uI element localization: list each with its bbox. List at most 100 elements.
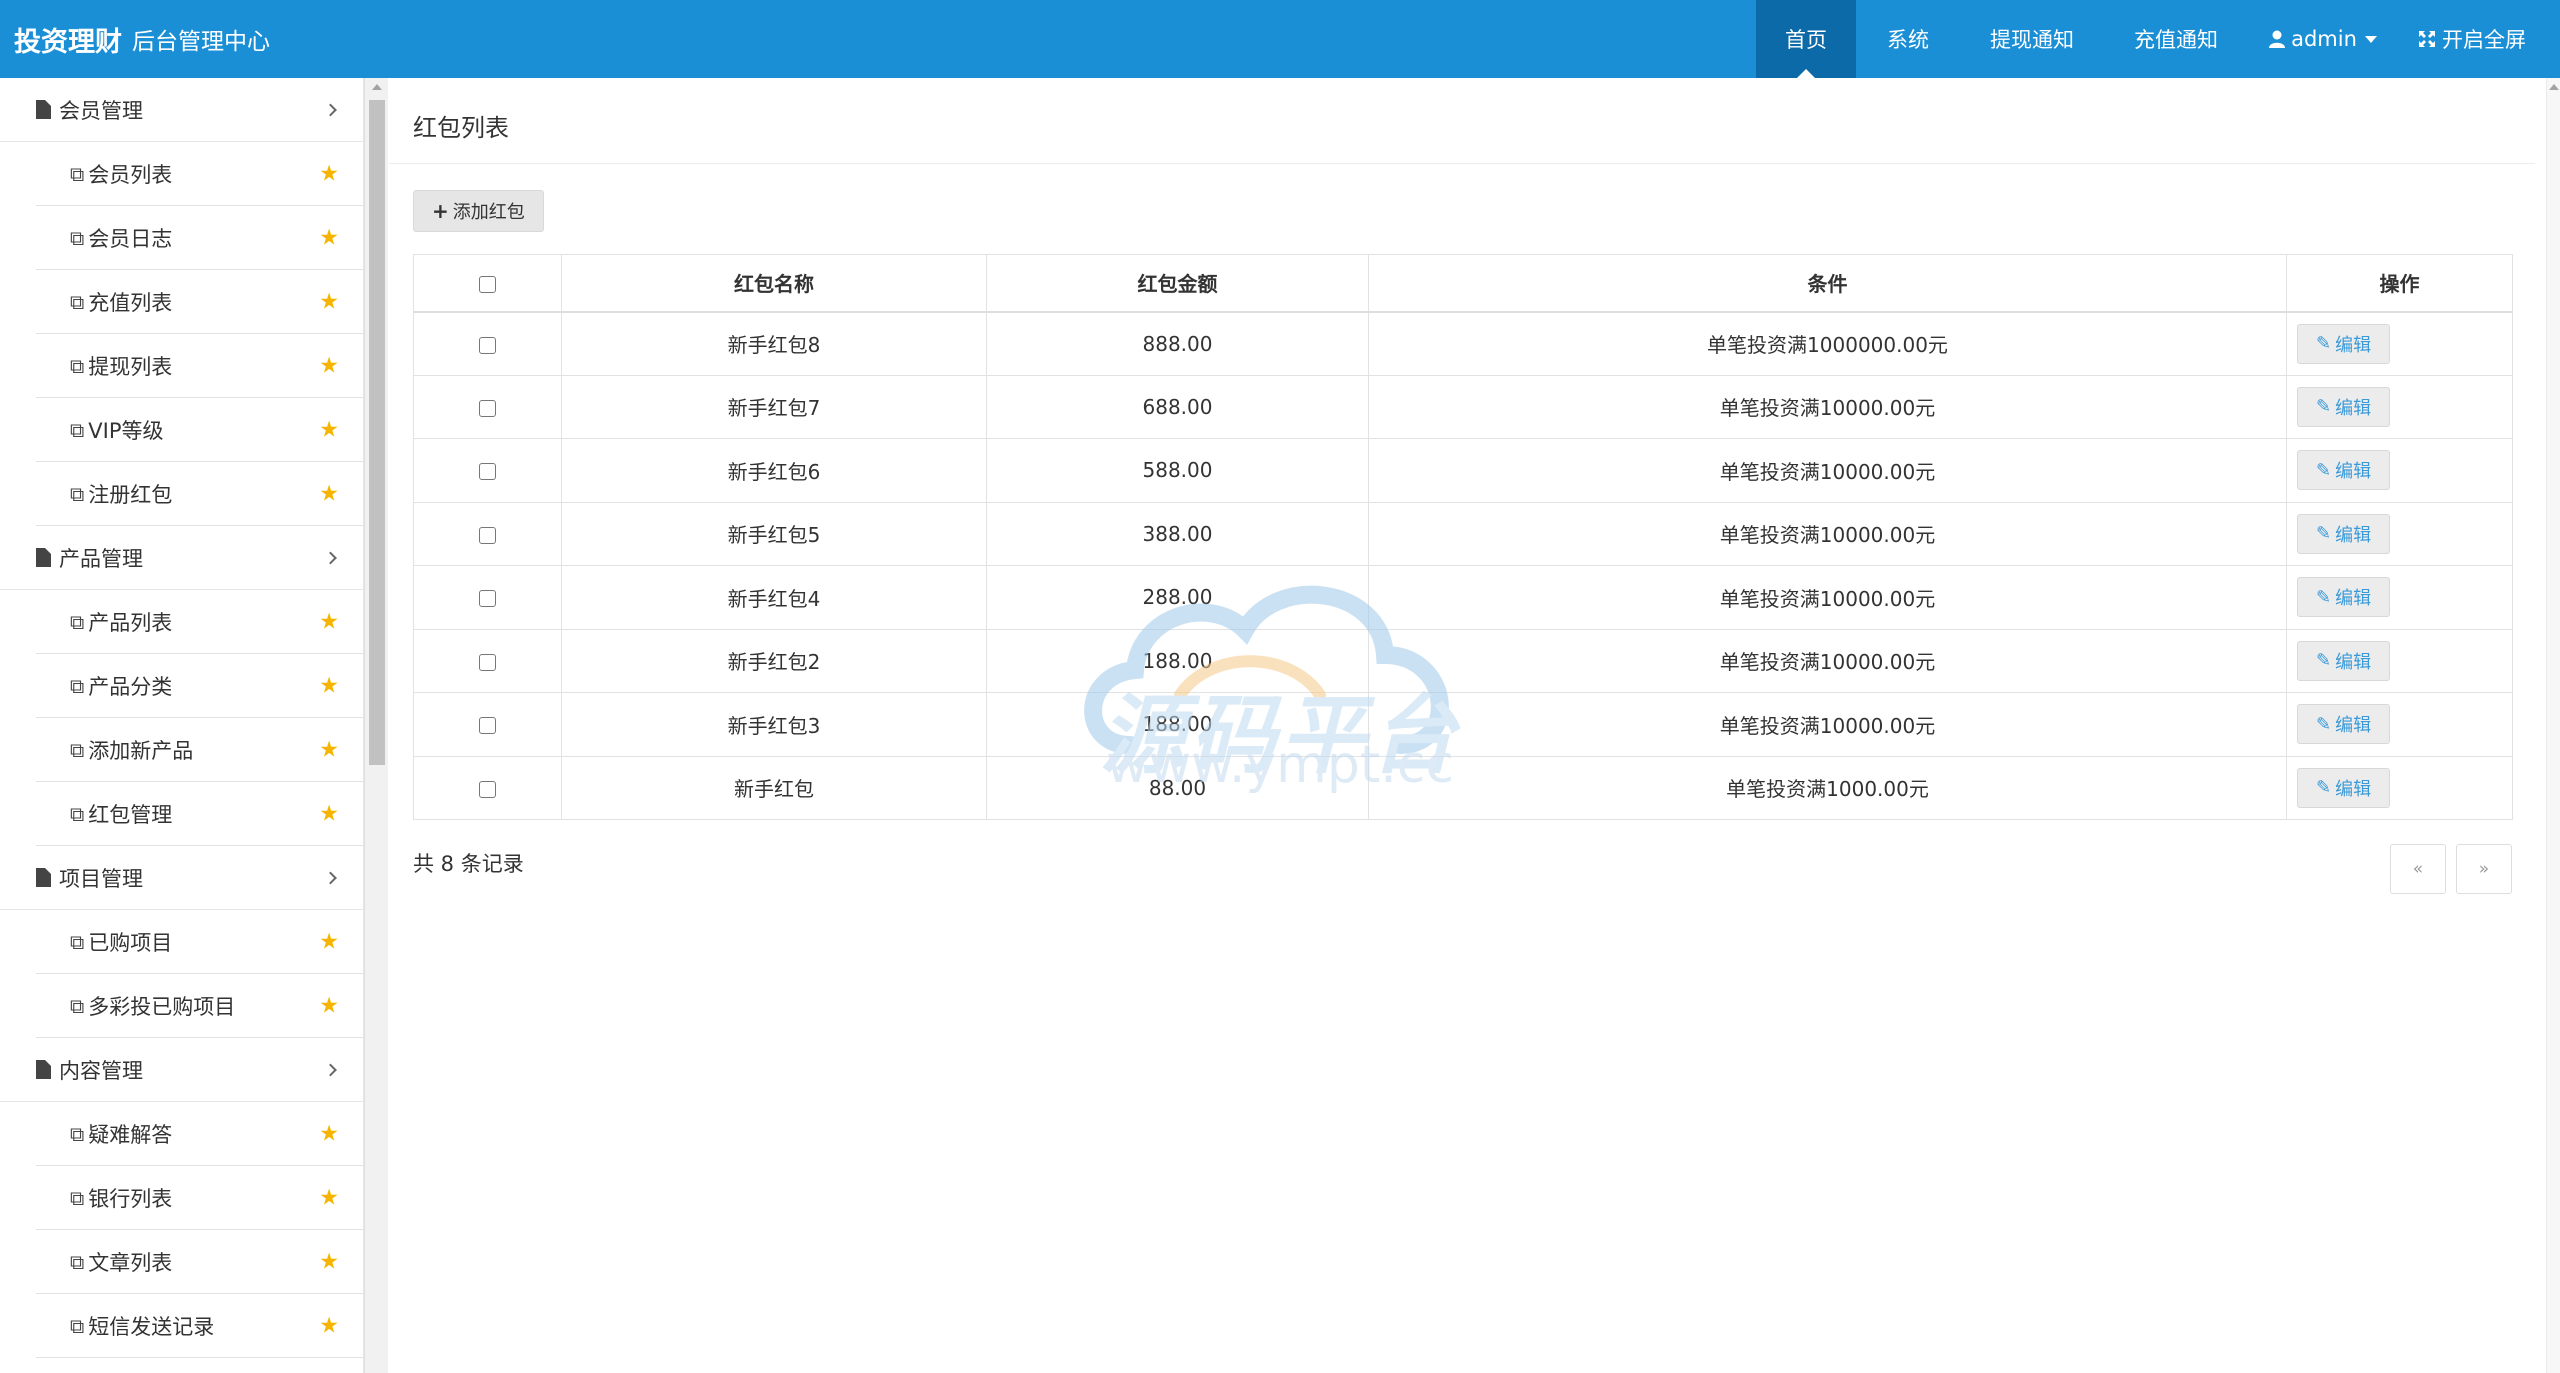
sidebar-item-faq[interactable]: ⧉ 疑难解答 ★ <box>36 1102 363 1166</box>
sidebar-item-bank-list[interactable]: ⧉ 银行列表 ★ <box>36 1166 363 1230</box>
star-icon: ★ <box>319 481 339 506</box>
puzzle-icon: ⧉ <box>70 481 85 506</box>
star-icon: ★ <box>319 1121 339 1146</box>
sidebar-item-member-log[interactable]: ⧉ 会员日志 ★ <box>36 206 363 270</box>
table-row: 新手红包7 688.00 单笔投资满10000.00元 ✎ 编辑 <box>413 374 2513 439</box>
sidebar-item-product-list[interactable]: ⧉ 产品列表 ★ <box>36 590 363 654</box>
puzzle-icon: ⧉ <box>70 993 85 1018</box>
cell-name: 新手红包3 <box>561 692 987 757</box>
sidebar-item-purchased-projects[interactable]: ⧉ 已购项目 ★ <box>36 910 363 974</box>
cell-action: ✎ 编辑 <box>2286 692 2513 757</box>
cell-amount: 388.00 <box>986 501 1369 566</box>
sidebar-item-label: 添加新产品 <box>88 738 194 763</box>
puzzle-icon: ⧉ <box>70 1121 85 1146</box>
sidebar-item-redpacket-manage[interactable]: ⧉ 红包管理 ★ <box>36 782 363 846</box>
row-select-cell <box>413 374 562 439</box>
table-row: 新手红包4 288.00 单笔投资满10000.00元 ✎ 编辑 <box>413 565 2513 630</box>
star-icon: ★ <box>319 929 339 954</box>
edit-button[interactable]: ✎ 编辑 <box>2297 640 2391 681</box>
user-menu[interactable]: admin <box>2248 0 2398 78</box>
sidebar-group-label: 会员管理 <box>59 98 143 123</box>
edit-button[interactable]: ✎ 编辑 <box>2297 450 2391 491</box>
chevron-right-icon <box>324 103 337 116</box>
main-scrollbar[interactable] <box>2546 78 2560 1373</box>
edit-icon: ✎ <box>2316 333 2332 354</box>
sidebar-group-content[interactable]: 内容管理 <box>0 1038 363 1102</box>
row-checkbox[interactable] <box>479 399 496 417</box>
scroll-up-icon[interactable] <box>372 84 382 90</box>
chevron-down-icon <box>2364 35 2377 43</box>
sidebar-item-article-list[interactable]: ⧉ 文章列表 ★ <box>36 1230 363 1294</box>
sidebar-item-add-product[interactable]: ⧉ 添加新产品 ★ <box>36 718 363 782</box>
sidebar-item-label: 会员列表 <box>88 162 173 187</box>
sidebar-scrollbar[interactable] <box>364 78 388 1373</box>
nav-recharge-notice[interactable]: 充值通知 <box>2104 0 2248 78</box>
sidebar-item-sms-log[interactable]: ⧉ 短信发送记录 ★ <box>36 1294 363 1358</box>
sidebar-item-register-redpacket[interactable]: ⧉ 注册红包 ★ <box>36 462 363 526</box>
sidebar-item-label: 充值列表 <box>88 290 173 315</box>
row-checkbox[interactable] <box>479 590 496 608</box>
edit-button[interactable]: ✎ 编辑 <box>2297 323 2391 364</box>
cell-action: ✎ 编辑 <box>2286 628 2513 693</box>
edit-button[interactable]: ✎ 编辑 <box>2297 704 2391 745</box>
edit-icon: ✎ <box>2316 459 2332 481</box>
sidebar-item-product-category[interactable]: ⧉ 产品分类 ★ <box>36 654 363 718</box>
cell-action: ✎ 编辑 <box>2286 565 2513 630</box>
edit-button[interactable]: ✎ 编辑 <box>2297 513 2391 554</box>
cell-condition: 单笔投资满10000.00元 <box>1368 565 2287 630</box>
sidebar-submenu: ⧉ 已购项目 ★ ⧉ 多彩投已购项目 ★ <box>36 910 363 1038</box>
star-icon: ★ <box>319 737 339 762</box>
row-checkbox[interactable] <box>479 780 496 798</box>
pager-next-button[interactable]: » <box>2456 844 2512 894</box>
edit-button[interactable]: ✎ 编辑 <box>2297 386 2391 427</box>
cell-amount: 88.00 <box>986 755 1369 820</box>
nav-withdraw-notice[interactable]: 提现通知 <box>1960 0 2104 78</box>
scroll-up-icon[interactable] <box>2549 84 2559 90</box>
cell-condition: 单笔投资满1000.00元 <box>1368 755 2287 820</box>
edit-label: 编辑 <box>2335 588 2372 610</box>
sidebar-group-project[interactable]: 项目管理 <box>0 846 363 910</box>
star-icon: ★ <box>319 1313 339 1338</box>
select-all-checkbox[interactable] <box>479 275 496 293</box>
edit-button[interactable]: ✎ 编辑 <box>2297 767 2391 808</box>
edit-icon: ✎ <box>2316 650 2332 672</box>
column-header-name: 红包名称 <box>561 254 987 313</box>
user-icon <box>2269 30 2286 48</box>
add-redpacket-button[interactable]: + 添加红包 <box>413 190 544 232</box>
fullscreen-button[interactable]: 开启全屏 <box>2398 0 2546 78</box>
cell-name: 新手红包5 <box>561 501 987 566</box>
cell-action: ✎ 编辑 <box>2286 374 2513 439</box>
sidebar-group-member[interactable]: 会员管理 <box>0 78 363 142</box>
nav-home[interactable]: 首页 <box>1756 0 1856 78</box>
sidebar-item-vip-level[interactable]: ⧉ VIP等级 ★ <box>36 398 363 462</box>
cell-action: ✎ 编辑 <box>2286 438 2513 503</box>
nav-system[interactable]: 系统 <box>1856 0 1960 78</box>
edit-label: 编辑 <box>2335 334 2372 356</box>
cell-name: 新手红包6 <box>561 438 987 503</box>
select-all-cell <box>413 254 562 313</box>
sidebar-group-product[interactable]: 产品管理 <box>0 526 363 590</box>
file-icon <box>36 1060 51 1079</box>
row-select-cell <box>413 628 562 693</box>
cell-condition: 单笔投资满10000.00元 <box>1368 628 2287 693</box>
sidebar-group-label: 项目管理 <box>59 866 143 891</box>
add-redpacket-label: 添加红包 <box>452 202 525 223</box>
edit-icon: ✎ <box>2316 396 2332 418</box>
nav-home-label: 首页 <box>1785 28 1827 52</box>
puzzle-icon: ⧉ <box>70 929 85 954</box>
sidebar-item-withdraw-list[interactable]: ⧉ 提现列表 ★ <box>36 334 363 398</box>
edit-button[interactable]: ✎ 编辑 <box>2297 577 2391 618</box>
sidebar-item-duocaitou-projects[interactable]: ⧉ 多彩投已购项目 ★ <box>36 974 363 1038</box>
cell-action: ✎ 编辑 <box>2286 755 2513 820</box>
row-checkbox[interactable] <box>479 653 496 671</box>
row-checkbox[interactable] <box>479 336 496 354</box>
brand[interactable]: 投资理财 后台管理中心 <box>14 0 270 78</box>
sidebar-item-label: 已购项目 <box>88 930 173 955</box>
row-checkbox[interactable] <box>479 463 496 481</box>
row-checkbox[interactable] <box>479 717 496 735</box>
sidebar-item-recharge-list[interactable]: ⧉ 充值列表 ★ <box>36 270 363 334</box>
row-checkbox[interactable] <box>479 526 496 544</box>
pager-prev-button[interactable]: « <box>2390 844 2446 894</box>
sidebar-item-member-list[interactable]: ⧉ 会员列表 ★ <box>36 142 363 206</box>
scroll-thumb[interactable] <box>369 100 385 765</box>
